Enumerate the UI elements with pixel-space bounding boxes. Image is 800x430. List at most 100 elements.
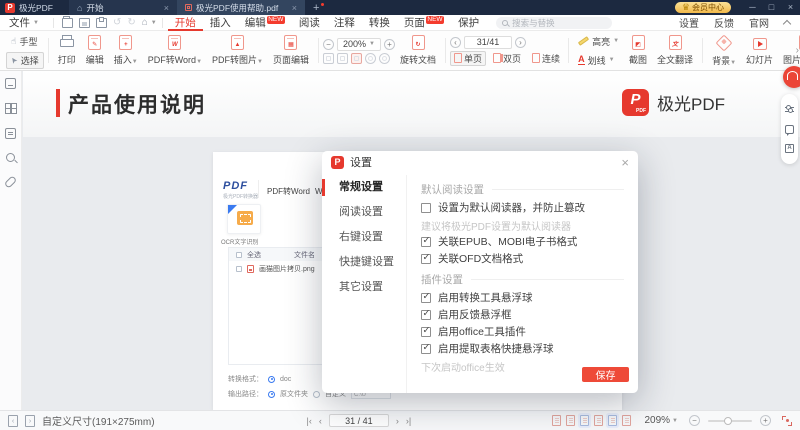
menu-tab-annotate[interactable]: 注释 — [327, 15, 362, 31]
undo-icon[interactable]: ↺ — [113, 18, 121, 28]
translate-button[interactable]: 文全文翻译 — [652, 33, 698, 68]
zoom-in-button[interactable]: + — [760, 415, 771, 426]
collapse-ribbon-icon[interactable] — [783, 20, 791, 28]
view-double-icon[interactable] — [622, 415, 631, 426]
minimize-button[interactable]: ─ — [743, 0, 762, 15]
dialog-close-icon[interactable]: × — [621, 156, 629, 169]
option-ofd[interactable]: 关联OFD文档格式 — [421, 252, 624, 265]
menu-tab-start[interactable]: 开始 — [168, 15, 203, 31]
screenshot-button[interactable]: ◩截图 — [624, 33, 652, 68]
save-button[interactable]: 保存 — [582, 367, 629, 382]
zoom-slider-knob[interactable] — [724, 417, 732, 425]
zoom-slider[interactable] — [708, 420, 752, 422]
fit-width-icon[interactable] — [323, 53, 334, 64]
page-input[interactable]: 31 / 41 — [329, 414, 389, 427]
view-fit-page-icon[interactable] — [566, 415, 575, 426]
zoom-out-button[interactable]: − — [689, 415, 700, 426]
view-settings-icon[interactable] — [785, 105, 794, 114]
fit-page-icon[interactable] — [337, 53, 348, 64]
rotate-document-button[interactable]: ↻旋转文档 — [395, 33, 441, 68]
tab-close-icon[interactable]: × — [292, 3, 297, 13]
hand-tool-button[interactable]: ☝手型 — [6, 33, 44, 50]
caret-down-icon[interactable]: ▼ — [151, 20, 157, 26]
view-single-icon[interactable] — [594, 415, 603, 426]
maximize-button[interactable]: □ — [762, 0, 781, 15]
nav-other-settings[interactable]: 其它设置 — [322, 275, 406, 300]
background-button[interactable]: 背景▼ — [707, 33, 741, 68]
double-page-button[interactable]: 双页 — [489, 51, 525, 66]
checkbox[interactable] — [421, 237, 431, 247]
tab-close-icon[interactable]: × — [164, 3, 169, 13]
page-indicator[interactable]: 31/41 — [464, 36, 512, 49]
feedback-button[interactable]: 反馈 — [714, 15, 734, 30]
translate-doc-icon[interactable]: A — [785, 144, 794, 153]
toolbar-expand-icon[interactable]: › — [796, 45, 799, 56]
highlight-button[interactable]: 高亮▼ — [573, 33, 624, 50]
zoom-out-button[interactable]: − — [323, 39, 334, 50]
view-fit-width-icon[interactable] — [580, 415, 589, 426]
checkbox[interactable] — [421, 203, 431, 213]
menu-tab-read[interactable]: 阅读 — [292, 15, 327, 31]
prev-page-button[interactable]: ‹ — [450, 37, 461, 48]
last-page-icon[interactable]: ›| — [406, 416, 411, 426]
checkbox[interactable] — [421, 293, 431, 303]
page-edit-button[interactable]: ▦页面编辑 — [268, 33, 314, 68]
pdf-to-image-button[interactable]: ▲PDF转图片▼ — [207, 33, 268, 68]
thumbnails-icon[interactable] — [5, 103, 16, 114]
settings-button[interactable]: 设置 — [679, 15, 699, 30]
prev-page-icon[interactable]: ‹ — [319, 416, 322, 426]
nav-shortcut-settings[interactable]: 快捷键设置 — [322, 250, 406, 275]
option-convert-ball[interactable]: 启用转换工具悬浮球 — [421, 291, 624, 304]
zoom-level-select[interactable]: 200%▼ — [337, 38, 381, 51]
outline-icon[interactable] — [5, 78, 16, 89]
pdf-to-word-button[interactable]: WPDF转Word▼ — [143, 33, 207, 68]
checkbox[interactable] — [421, 344, 431, 354]
search-replace-input[interactable]: 搜索与替换 — [496, 17, 612, 29]
attachment-icon[interactable] — [4, 175, 17, 188]
file-menu[interactable]: 文件▼ — [0, 15, 48, 30]
actual-size-icon[interactable] — [351, 53, 362, 64]
rotate-right-icon[interactable] — [379, 53, 390, 64]
new-tab-button[interactable]: + — [305, 2, 327, 14]
nav-rightclick-settings[interactable]: 右键设置 — [322, 225, 406, 250]
option-office-plugin[interactable]: 启用office工具插件 — [421, 325, 624, 338]
fullscreen-icon[interactable] — [782, 416, 792, 426]
single-page-button[interactable]: 单页 — [450, 51, 486, 66]
first-page-icon[interactable]: |‹ — [307, 416, 312, 426]
close-button[interactable]: × — [781, 0, 800, 15]
zoom-in-button[interactable]: + — [384, 39, 395, 50]
print-icon[interactable] — [96, 18, 107, 28]
save-icon[interactable] — [79, 18, 90, 28]
rotate-left-icon[interactable] — [365, 53, 376, 64]
home-icon[interactable]: ⌂ — [142, 18, 148, 28]
slideshow-button[interactable]: 幻灯片 — [741, 33, 778, 68]
view-continuous-icon[interactable] — [608, 415, 617, 426]
menu-tab-protect[interactable]: 保护 — [451, 15, 486, 31]
nav-general-settings[interactable]: 常规设置 — [322, 175, 406, 200]
menu-tab-page[interactable]: 页面NEW — [397, 15, 451, 31]
nav-reading-settings[interactable]: 阅读设置 — [322, 200, 406, 225]
checkbox[interactable] — [421, 327, 431, 337]
customer-service-float-button[interactable] — [783, 66, 800, 88]
print-button[interactable]: 打印 — [53, 33, 81, 68]
zoom-level-select[interactable]: 209%▼ — [644, 415, 678, 426]
next-page-button[interactable]: › — [515, 37, 526, 48]
insert-button[interactable]: +插入▼ — [109, 33, 143, 68]
menu-tab-edit[interactable]: 编辑NEW — [238, 15, 292, 31]
tab-document[interactable]: 极光PDF使用帮助.pdf × — [177, 0, 305, 15]
feedback-chat-icon[interactable] — [785, 125, 794, 134]
select-tool-button[interactable]: ➤选择 — [6, 52, 44, 69]
underline-button[interactable]: A划线▼ — [573, 52, 624, 69]
tab-home[interactable]: ⌂ 开始 × — [69, 0, 177, 15]
search-icon[interactable] — [6, 153, 15, 162]
redo-icon[interactable]: ↻ — [127, 18, 135, 28]
option-feedback-ball[interactable]: 启用反馈悬浮框 — [421, 308, 624, 321]
checkbox[interactable] — [421, 254, 431, 264]
menu-tab-insert[interactable]: 插入 — [203, 15, 238, 31]
option-default-reader[interactable]: 设置为默认阅读器，并防止篡改 — [421, 201, 624, 214]
next-view-icon[interactable]: › — [25, 415, 35, 427]
open-folder-icon[interactable] — [62, 18, 73, 28]
option-epub-mobi[interactable]: 关联EPUB、MOBI电子书格式 — [421, 235, 624, 248]
continuous-button[interactable]: 连续 — [528, 51, 564, 66]
edit-button[interactable]: ✎编辑 — [81, 33, 109, 68]
